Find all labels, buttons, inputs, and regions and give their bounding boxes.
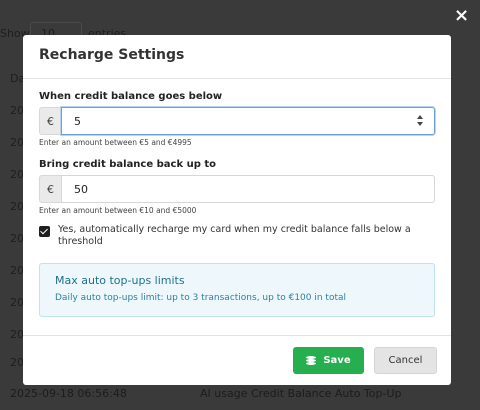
auto-recharge-row: Yes, automatically recharge my card when… — [39, 224, 435, 248]
close-icon[interactable]: × — [454, 7, 469, 25]
table-row-date: 20 — [10, 328, 24, 341]
target-label: Bring credit balance back up to — [39, 159, 216, 170]
modal-body: When credit balance goes below € 5 Enter… — [23, 79, 451, 317]
save-button[interactable]: Save — [293, 347, 364, 374]
threshold-help: Enter an amount between €5 and €4995 — [39, 138, 192, 147]
table-row-date: 20 — [10, 264, 24, 277]
table-row-date: 20 — [10, 296, 24, 309]
auto-recharge-checkbox[interactable] — [39, 226, 50, 237]
modal-title: Recharge Settings — [39, 47, 185, 63]
auto-topup-info-box: Max auto top-ups limits Daily auto top-u… — [39, 263, 435, 317]
info-text: Daily auto top-ups limit: up to 3 transa… — [55, 293, 346, 303]
info-title: Max auto top-ups limits — [55, 274, 185, 287]
target-value: 50 — [74, 182, 88, 196]
target-input-group: € 50 — [39, 175, 435, 203]
table-row-date: 20 — [10, 136, 24, 149]
target-input[interactable]: 50 — [61, 175, 435, 203]
threshold-value: 5 — [74, 114, 81, 128]
table-row-date: 2025-09-18 06:56:48 — [10, 387, 127, 400]
cancel-button[interactable]: Cancel — [374, 347, 437, 374]
table-row-date: 20 — [10, 232, 24, 245]
table-row-description: AI usage Credit Balance Auto Top-Up — [200, 387, 402, 400]
threshold-input[interactable]: 5 — [61, 107, 435, 135]
threshold-label: When credit balance goes below — [39, 91, 223, 102]
euro-addon: € — [39, 175, 61, 203]
target-help: Enter an amount between €10 and €5000 — [39, 206, 197, 215]
threshold-input-group: € 5 — [39, 107, 435, 135]
recharge-settings-modal: Recharge Settings When credit balance go… — [23, 35, 451, 385]
modal-footer: Save Cancel — [23, 335, 451, 385]
coins-icon — [306, 356, 317, 365]
table-row-date: 20 — [10, 104, 24, 117]
table-row-date: 20 — [10, 356, 24, 369]
auto-recharge-label[interactable]: Yes, automatically recharge my card when… — [58, 224, 418, 248]
number-spinner-icon[interactable] — [416, 114, 424, 128]
modal-header: Recharge Settings — [23, 35, 451, 79]
save-label: Save — [323, 355, 351, 366]
table-row-date: 20 — [10, 168, 24, 181]
table-row-date: 20 — [10, 200, 24, 213]
euro-addon: € — [39, 107, 61, 135]
